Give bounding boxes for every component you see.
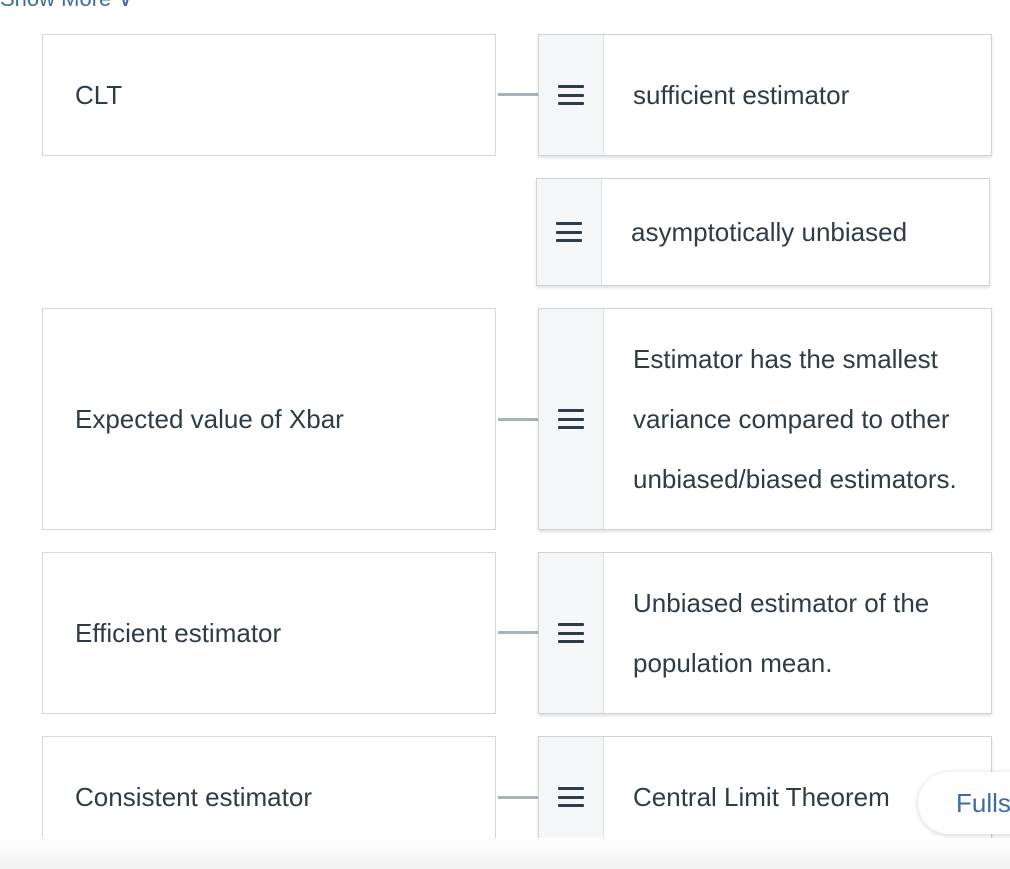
term-label: Efficient estimator: [75, 617, 282, 648]
answer-text: Estimator has the smallest variance comp…: [633, 344, 957, 494]
term-box-expected-value: Expected value of Xbar: [42, 308, 496, 530]
drag-handle[interactable]: [539, 309, 604, 529]
term-box-clt: CLT: [42, 34, 496, 156]
fullscreen-button[interactable]: Fullscreen: [918, 772, 1010, 834]
answer-text: Unbiased estimator of the population mea…: [633, 588, 930, 678]
drag-handle-icon: [558, 85, 584, 105]
matching-question: Show More ∨ CLT Expected value of Xbar E…: [0, 0, 1010, 869]
answer-text: asymptotically unbiased: [631, 217, 908, 247]
connector-line: [498, 418, 540, 421]
drag-handle-icon: [556, 222, 582, 242]
drag-handle[interactable]: [539, 553, 604, 713]
term-label: Expected value of Xbar: [75, 403, 344, 434]
drag-handle-icon: [558, 623, 584, 643]
bottom-fade: [0, 838, 1010, 869]
drag-handle-icon: [558, 787, 584, 807]
connector-line: [498, 796, 540, 799]
answer-card-unbiased-population-mean[interactable]: Unbiased estimator of the population mea…: [538, 552, 992, 714]
show-more-link[interactable]: Show More ∨: [0, 0, 133, 12]
answer-card-asymptotically-unbiased[interactable]: asymptotically unbiased: [536, 178, 990, 286]
fullscreen-label: Fullscreen: [956, 787, 1010, 818]
drag-handle[interactable]: [537, 179, 602, 285]
drag-handle-icon: [558, 409, 584, 429]
connector-line: [498, 631, 540, 634]
answer-text: sufficient estimator: [633, 80, 850, 110]
term-label: CLT: [75, 79, 123, 110]
drag-handle[interactable]: [539, 35, 604, 155]
answer-card-sufficient-estimator[interactable]: sufficient estimator: [538, 34, 992, 156]
answer-card-smallest-variance[interactable]: Estimator has the smallest variance comp…: [538, 308, 992, 530]
term-box-efficient-estimator: Efficient estimator: [42, 552, 496, 714]
term-label: Consistent estimator: [75, 781, 312, 812]
connector-line: [498, 93, 540, 96]
